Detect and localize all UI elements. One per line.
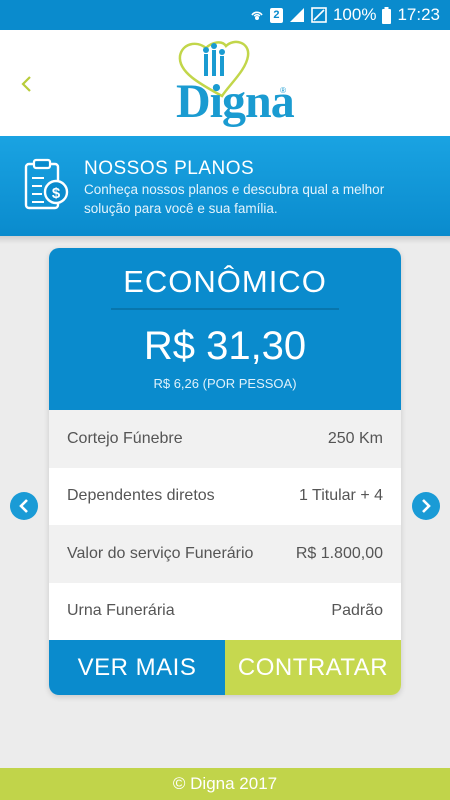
svg-text:$: $ bbox=[52, 185, 61, 202]
feature-row: Dependentes diretos 1 Titular + 4 bbox=[49, 467, 401, 525]
clipboard-money-icon: $ bbox=[22, 158, 72, 214]
feature-label: Dependentes diretos bbox=[67, 487, 215, 505]
back-button[interactable] bbox=[14, 66, 38, 102]
status-bar: 2 100% 17:23 bbox=[0, 0, 450, 30]
feature-row: Cortejo Fúnebre 250 Km bbox=[49, 410, 401, 468]
battery-icon bbox=[382, 6, 392, 24]
plan-price: R$ 31,30 bbox=[143, 324, 307, 368]
registered-mark: ® bbox=[280, 86, 286, 95]
chevron-left-icon bbox=[21, 76, 31, 92]
chevron-left-circle-icon bbox=[19, 499, 28, 513]
feature-label: Valor do serviço Funerário bbox=[67, 544, 254, 562]
subscribe-button[interactable]: CONTRATAR bbox=[225, 640, 401, 695]
banner-title: NOSSOS PLANOS bbox=[84, 158, 255, 179]
plan-features: Cortejo Fúnebre 250 Km Dependentes diret… bbox=[49, 410, 401, 640]
plan-price-per-person: R$ 6,26 (POR PESSOA) bbox=[153, 376, 297, 391]
signal-icon bbox=[289, 7, 305, 23]
digna-logo: Digna ® bbox=[160, 36, 295, 132]
footer: © Digna 2017 bbox=[0, 768, 450, 800]
plan-card-header: ECONÔMICO R$ 31,30 R$ 6,26 (POR PESSOA) bbox=[49, 248, 401, 410]
app-header: Digna ® bbox=[0, 30, 450, 136]
no-sim-icon bbox=[311, 7, 327, 23]
feature-label: Urna Funerária bbox=[67, 602, 175, 620]
logo-wordmark: Digna bbox=[176, 75, 295, 128]
plan-name: ECONÔMICO bbox=[123, 264, 327, 299]
chevron-right-circle-icon bbox=[422, 499, 431, 513]
feature-row: Valor do serviço Funerário R$ 1.800,00 bbox=[49, 525, 401, 583]
clock: 17:23 bbox=[397, 5, 440, 24]
sim-icon: 2 bbox=[269, 7, 283, 23]
feature-row: Urna Funerária Padrão bbox=[49, 582, 401, 640]
banner-shadow bbox=[0, 236, 450, 244]
feature-value: Padrão bbox=[331, 602, 383, 620]
battery-percent: 100% bbox=[332, 5, 377, 24]
plans-banner: $ NOSSOS PLANOS Conheça nossos planos e … bbox=[0, 136, 450, 236]
see-more-button[interactable]: VER MAIS bbox=[49, 640, 225, 695]
plan-actions: VER MAIS CONTRATAR bbox=[49, 640, 401, 695]
feature-value: R$ 1.800,00 bbox=[295, 544, 383, 562]
banner-description: Conheça nossos planos e descubra qual a … bbox=[84, 182, 385, 216]
plan-card: ECONÔMICO R$ 31,30 R$ 6,26 (POR PESSOA) … bbox=[49, 248, 401, 695]
feature-value: 1 Titular + 4 bbox=[298, 487, 383, 505]
feature-label: Cortejo Fúnebre bbox=[67, 429, 183, 447]
plan-divider bbox=[111, 308, 339, 310]
footer-copyright: © Digna 2017 bbox=[172, 774, 278, 793]
hotspot-icon bbox=[250, 7, 264, 23]
carousel-prev-button[interactable] bbox=[10, 492, 38, 520]
carousel-next-button[interactable] bbox=[412, 492, 440, 520]
feature-value: 250 Km bbox=[327, 429, 383, 447]
